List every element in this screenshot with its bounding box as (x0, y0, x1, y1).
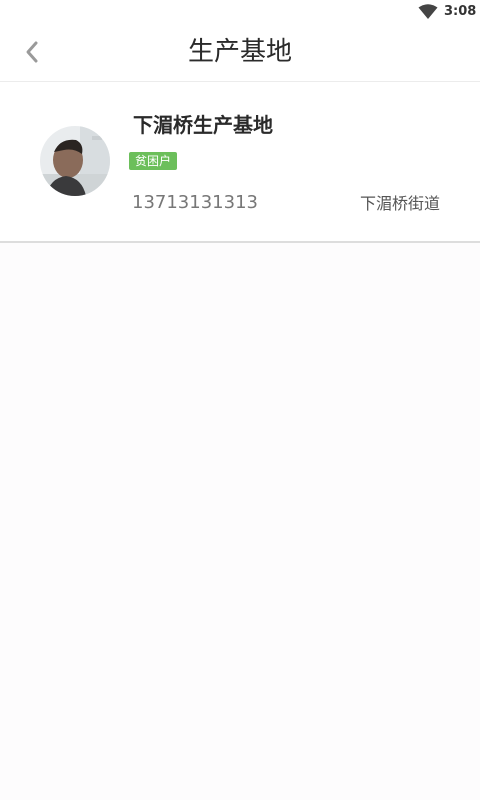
base-card[interactable]: 下湄桥生产基地 贫困户 13713131313 下湄桥街道 (0, 82, 480, 243)
status-bar: 3:08 (0, 0, 480, 26)
app-bar: 生产基地 (0, 26, 480, 82)
avatar (40, 126, 110, 196)
base-name: 下湄桥生产基地 (133, 113, 273, 137)
status-time: 3:08 (444, 4, 477, 19)
phone-number: 13713131313 (132, 192, 258, 213)
wifi-icon (418, 4, 438, 19)
page-title: 生产基地 (187, 37, 292, 67)
street-label: 下湄桥街道 (359, 194, 440, 213)
status-badge: 贫困户 (129, 152, 178, 170)
content-area (0, 243, 480, 800)
